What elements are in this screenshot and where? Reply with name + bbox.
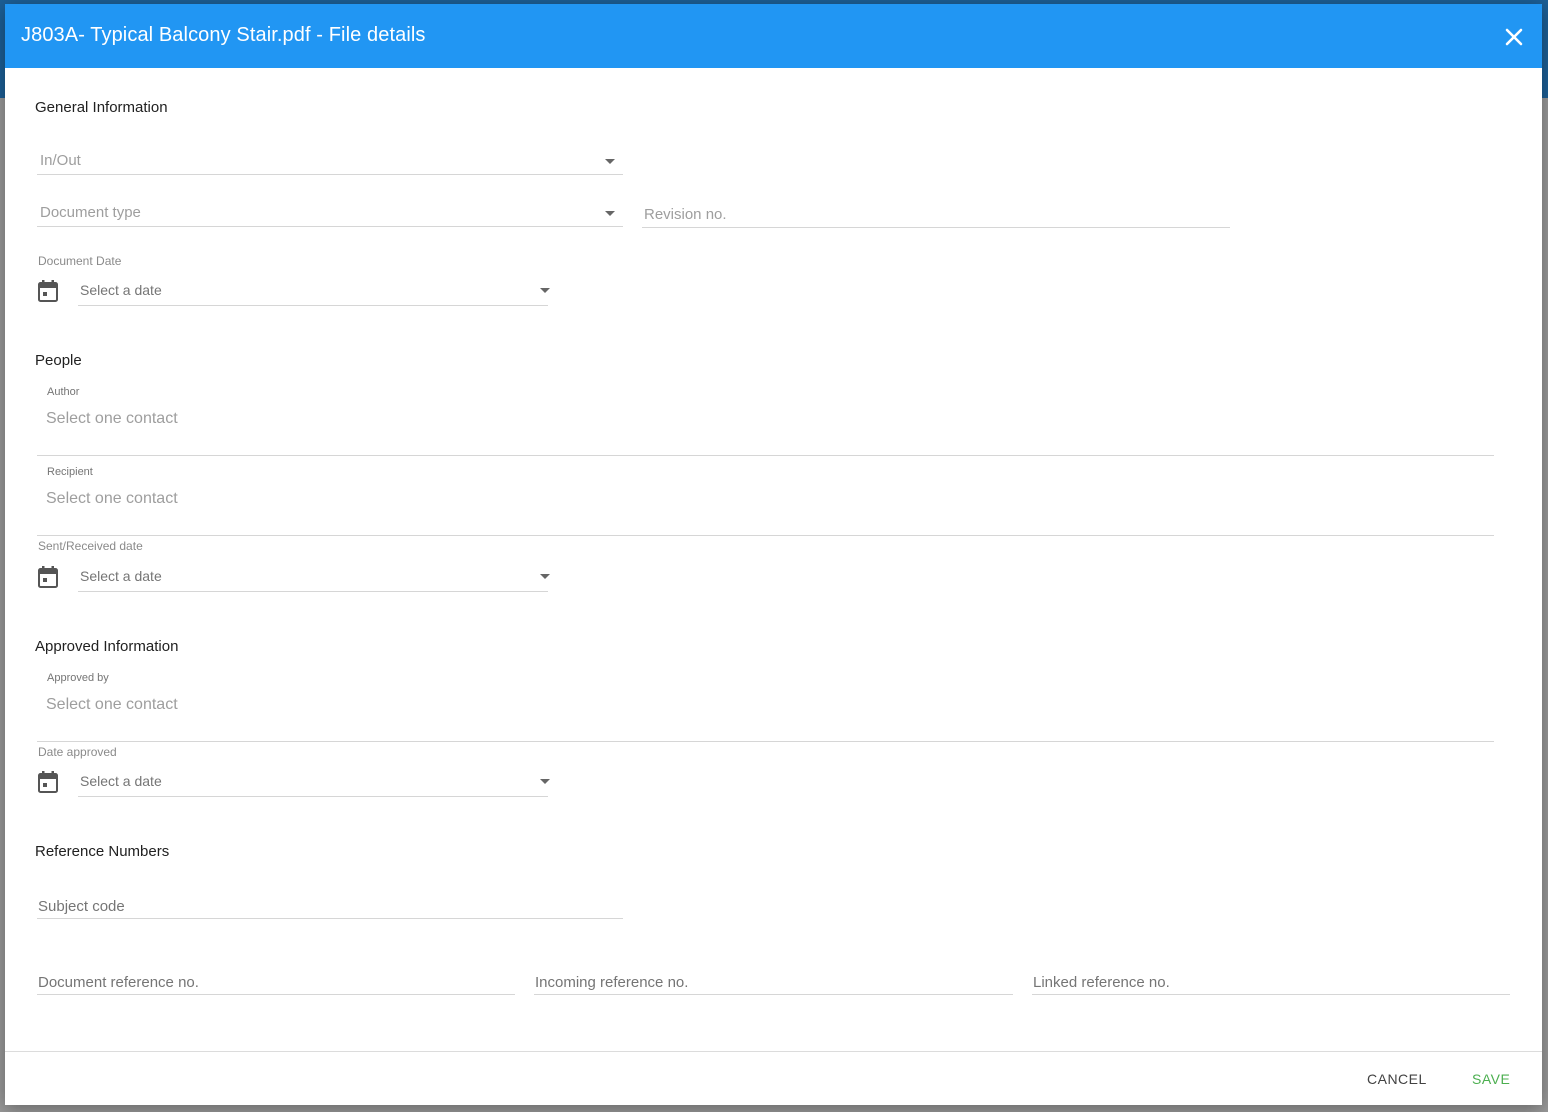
revision-no-placeholder: Revision no. bbox=[644, 206, 727, 223]
calendar-icon bbox=[38, 280, 58, 302]
approved-by-contact-select[interactable]: Approved by Select one contact bbox=[37, 672, 1494, 742]
sent-received-date-field[interactable]: Select a date bbox=[78, 562, 550, 592]
date-approved-label: Date approved bbox=[38, 745, 117, 759]
chevron-down-icon bbox=[540, 288, 550, 293]
date-approved-placeholder: Select a date bbox=[80, 773, 162, 789]
people-heading: People bbox=[35, 352, 82, 369]
incoming-reference-input[interactable]: Incoming reference no. bbox=[534, 970, 1013, 995]
recipient-placeholder: Select one contact bbox=[46, 490, 178, 507]
general-information-heading: General Information bbox=[35, 99, 168, 116]
reference-numbers-heading: Reference Numbers bbox=[35, 843, 170, 860]
document-date-label: Document Date bbox=[38, 254, 122, 268]
file-details-dialog: J803A- Typical Balcony Stair.pdf - File … bbox=[5, 4, 1542, 1105]
date-approved-field[interactable]: Select a date bbox=[78, 767, 550, 797]
in-out-placeholder: In/Out bbox=[40, 152, 81, 169]
sent-received-date-picker[interactable]: Select a date bbox=[38, 562, 558, 596]
dialog-header: J803A- Typical Balcony Stair.pdf - File … bbox=[5, 4, 1542, 68]
save-button[interactable]: SAVE bbox=[1466, 1069, 1516, 1089]
linked-reference-input[interactable]: Linked reference no. bbox=[1032, 970, 1510, 995]
document-date-placeholder: Select a date bbox=[80, 282, 162, 298]
document-type-placeholder: Document type bbox=[40, 204, 141, 221]
recipient-label: Recipient bbox=[47, 466, 93, 478]
revision-no-input[interactable]: Revision no. bbox=[642, 203, 1230, 228]
author-contact-select[interactable]: Author Select one contact bbox=[37, 386, 1494, 456]
approved-by-label: Approved by bbox=[47, 672, 109, 684]
subject-code-placeholder: Subject code bbox=[38, 898, 125, 915]
approved-by-placeholder: Select one contact bbox=[46, 696, 178, 713]
dialog-title: J803A- Typical Balcony Stair.pdf - File … bbox=[21, 24, 426, 46]
cancel-button[interactable]: CANCEL bbox=[1361, 1069, 1433, 1089]
document-reference-placeholder: Document reference no. bbox=[38, 974, 199, 991]
chevron-down-icon bbox=[540, 779, 550, 784]
calendar-icon bbox=[38, 566, 58, 588]
footer-divider bbox=[5, 1051, 1542, 1052]
chevron-down-icon bbox=[605, 159, 615, 164]
linked-reference-placeholder: Linked reference no. bbox=[1033, 974, 1170, 991]
document-date-picker[interactable]: Select a date bbox=[38, 276, 558, 310]
chevron-down-icon bbox=[540, 574, 550, 579]
sent-received-date-placeholder: Select a date bbox=[80, 568, 162, 584]
incoming-reference-placeholder: Incoming reference no. bbox=[535, 974, 689, 991]
approved-information-heading: Approved Information bbox=[35, 638, 179, 655]
document-reference-input[interactable]: Document reference no. bbox=[37, 970, 515, 995]
close-icon bbox=[1505, 28, 1523, 46]
author-placeholder: Select one contact bbox=[46, 410, 178, 427]
document-type-select[interactable]: Document type bbox=[37, 201, 623, 227]
chevron-down-icon bbox=[605, 211, 615, 216]
in-out-select[interactable]: In/Out bbox=[37, 149, 623, 175]
subject-code-input[interactable]: Subject code bbox=[37, 894, 623, 919]
date-approved-picker[interactable]: Select a date bbox=[38, 767, 558, 801]
document-date-field[interactable]: Select a date bbox=[78, 276, 550, 306]
calendar-icon bbox=[38, 771, 58, 793]
sent-received-date-label: Sent/Received date bbox=[38, 539, 143, 553]
author-label: Author bbox=[47, 386, 80, 398]
recipient-contact-select[interactable]: Recipient Select one contact bbox=[37, 466, 1494, 536]
close-button[interactable] bbox=[1500, 23, 1528, 51]
